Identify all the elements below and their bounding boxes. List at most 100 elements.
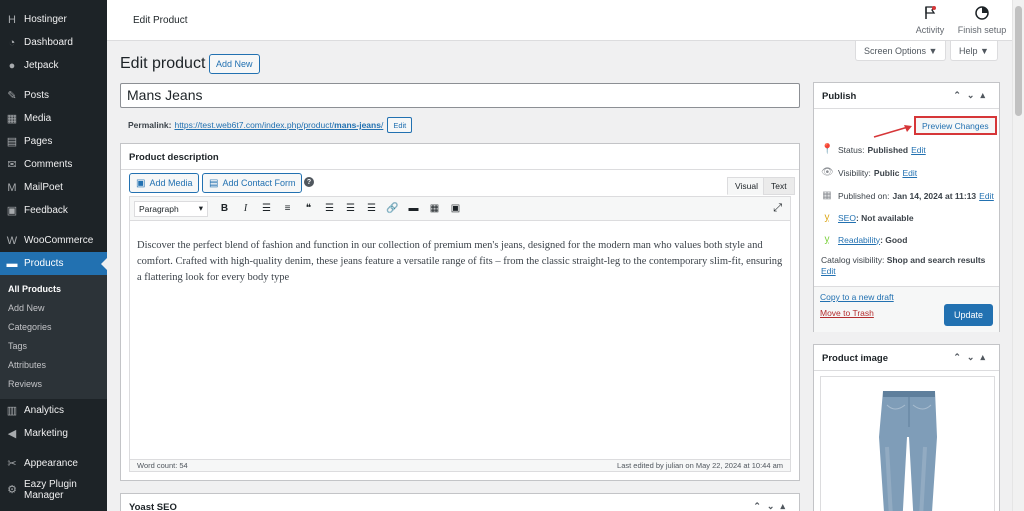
sidebar-item-label: WooCommerce	[24, 235, 94, 246]
publish-actions: Copy to a new draft Move to Trash Update	[814, 286, 999, 332]
help-button[interactable]: Help ▼	[950, 41, 998, 61]
copy-to-draft-link[interactable]: Copy to a new draft	[820, 292, 894, 302]
editor-toolbar: Paragraph ▾ B I ☰ ≡ ❝ ☰ ☰ ☰ 🔗 ▬ ▦ ▣ ⤢	[129, 196, 791, 221]
bold-icon[interactable]: B	[214, 203, 235, 214]
sidebar-item-eazy-plugin-manager[interactable]: ⚙ Eazy Plugin Manager	[0, 475, 107, 505]
sidebar-item-appearance[interactable]: ✂ Appearance	[0, 452, 107, 475]
visibility-value: Public	[873, 167, 900, 178]
comments-icon: ✉	[7, 159, 17, 171]
pages-icon: ▤	[6, 136, 18, 148]
readability-link[interactable]: Readability	[838, 235, 880, 245]
sidebar-item-label: Products	[24, 258, 64, 269]
seo-link[interactable]: SEO	[838, 213, 856, 223]
sidebar-item-jetpack[interactable]: ● Jetpack	[0, 54, 107, 77]
product-title-input[interactable]: Mans Jeans	[120, 83, 800, 108]
finish-setup-button[interactable]: Finish setup	[957, 6, 1007, 35]
mailpoet-icon: M	[7, 181, 17, 194]
add-new-button[interactable]: Add New	[209, 54, 260, 74]
activity-button[interactable]: Activity	[913, 6, 947, 35]
tab-visual[interactable]: Visual	[727, 177, 766, 195]
submenu-categories[interactable]: Categories	[0, 317, 107, 336]
sidebar-item-label: Marketing	[24, 428, 68, 439]
permalink-base: https://test.web6t7.com/index.php/produc…	[174, 120, 335, 130]
permalink-link[interactable]: https://test.web6t7.com/index.php/produc…	[174, 120, 383, 130]
page-scrollbar[interactable]	[1012, 0, 1024, 511]
sidebar-item-products[interactable]: ▬ Products	[0, 252, 107, 275]
add-contact-form-label: Add Contact Form	[222, 178, 296, 188]
link-icon[interactable]: 🔗	[382, 203, 403, 214]
scrollbar-thumb[interactable]	[1015, 6, 1022, 116]
sidebar-item-woocommerce[interactable]: W WooCommerce	[0, 229, 107, 252]
align-center-icon[interactable]: ☰	[340, 203, 361, 214]
format-select[interactable]: Paragraph ▾	[134, 200, 208, 217]
sidebar-item-label: Dashboard	[24, 37, 73, 48]
add-contact-form-button[interactable]: ▤ Add Contact Form	[202, 173, 303, 193]
add-media-button[interactable]: ▣ Add Media	[129, 173, 200, 193]
permalink-slug: mans-jeans	[334, 120, 381, 130]
publish-header: Publish ⌃⌄▴	[814, 83, 999, 109]
preview-changes-button[interactable]: Preview Changes	[914, 116, 997, 135]
box-controls-icon[interactable]: ⌃⌄▴	[953, 352, 991, 363]
status-edit-link[interactable]: Edit	[911, 145, 926, 155]
submenu-attributes[interactable]: Attributes	[0, 355, 107, 374]
yoast-icon: ỵ	[824, 212, 830, 223]
sidebar-item-label: Analytics	[24, 405, 65, 416]
flag-icon	[913, 6, 947, 22]
help-icon[interactable]: ?	[304, 177, 314, 187]
sidebar-item-mailpoet[interactable]: M MailPoet	[0, 176, 107, 199]
toolbar-toggle-icon[interactable]: ▦	[424, 203, 445, 214]
catalog-label: Catalog visibility:	[821, 255, 885, 265]
sidebar-item-posts[interactable]: ✎ Posts	[0, 84, 107, 107]
products-icon: ▬	[6, 257, 18, 270]
published-on-value: Jan 14, 2024 at 11:13	[892, 190, 977, 201]
form-block-icon[interactable]: ▣	[445, 203, 466, 214]
yoast-readability-icon: ỵ	[824, 234, 830, 245]
sidebar-item-marketing[interactable]: ◀ Marketing	[0, 422, 107, 445]
product-image-frame[interactable]	[820, 376, 995, 511]
sidebar-item-feedback[interactable]: ▣ Feedback	[0, 199, 107, 222]
italic-icon[interactable]: I	[235, 203, 256, 214]
blockquote-icon[interactable]: ❝	[298, 203, 319, 214]
box-controls-icon[interactable]: ⌃⌄▴	[953, 90, 991, 101]
word-count: Word count: 54	[137, 461, 188, 470]
numbered-list-icon[interactable]: ≡	[277, 203, 298, 214]
status-value: Published	[867, 144, 909, 155]
sidebar-item-label: Media	[24, 113, 52, 124]
sidebar-item-label: Posts	[24, 90, 50, 101]
submenu-tags[interactable]: Tags	[0, 336, 107, 355]
sidebar-item-pages[interactable]: ▤ Pages	[0, 130, 107, 153]
screen-options-button[interactable]: Screen Options ▼	[855, 41, 947, 61]
sidebar-item-analytics[interactable]: ▥ Analytics	[0, 399, 107, 422]
sidebar-item-label: Appearance	[24, 458, 78, 469]
submenu-all-products[interactable]: All Products	[0, 279, 107, 298]
visibility-edit-link[interactable]: Edit	[902, 168, 917, 178]
feedback-icon: ▣	[6, 205, 18, 217]
read-more-icon[interactable]: ▬	[403, 203, 424, 214]
sidebar-item-comments[interactable]: ✉ Comments	[0, 153, 107, 176]
published-on-row: ▦ Published on: Jan 14, 2024 at 11:13 Edit	[821, 190, 994, 201]
catalog-edit-link[interactable]: Edit	[821, 266, 836, 276]
publish-title: Publish	[822, 91, 857, 102]
sidebar-item-label: Pages	[24, 136, 53, 147]
visibility-label: Visibility:	[838, 167, 871, 178]
move-to-trash-link[interactable]: Move to Trash	[820, 308, 874, 318]
last-edited: Last edited by julian on May 22, 2024 at…	[617, 461, 783, 470]
permalink-edit-button[interactable]: Edit	[387, 117, 413, 133]
align-left-icon[interactable]: ☰	[319, 203, 340, 214]
published-on-edit-link[interactable]: Edit	[979, 191, 994, 201]
editor-content[interactable]: Discover the perfect blend of fashion an…	[129, 221, 791, 459]
fullscreen-icon[interactable]: ⤢	[773, 202, 782, 215]
sidebar-item-hostinger[interactable]: H Hostinger	[0, 8, 107, 31]
tab-text[interactable]: Text	[763, 177, 795, 195]
submenu-add-new[interactable]: Add New	[0, 298, 107, 317]
page-title: Edit product	[120, 55, 206, 72]
plugin-icon: ⚙	[7, 483, 17, 496]
sidebar-item-media[interactable]: ▦ Media	[0, 107, 107, 130]
submenu-reviews[interactable]: Reviews	[0, 374, 107, 393]
box-controls-icon[interactable]: ⌃⌄▴	[753, 501, 791, 511]
update-button[interactable]: Update	[943, 304, 993, 326]
status-label: Status:	[838, 144, 865, 155]
bullet-list-icon[interactable]: ☰	[256, 203, 277, 214]
sidebar-item-dashboard[interactable]: ◔ Dashboard	[0, 31, 107, 54]
align-right-icon[interactable]: ☰	[361, 203, 382, 214]
